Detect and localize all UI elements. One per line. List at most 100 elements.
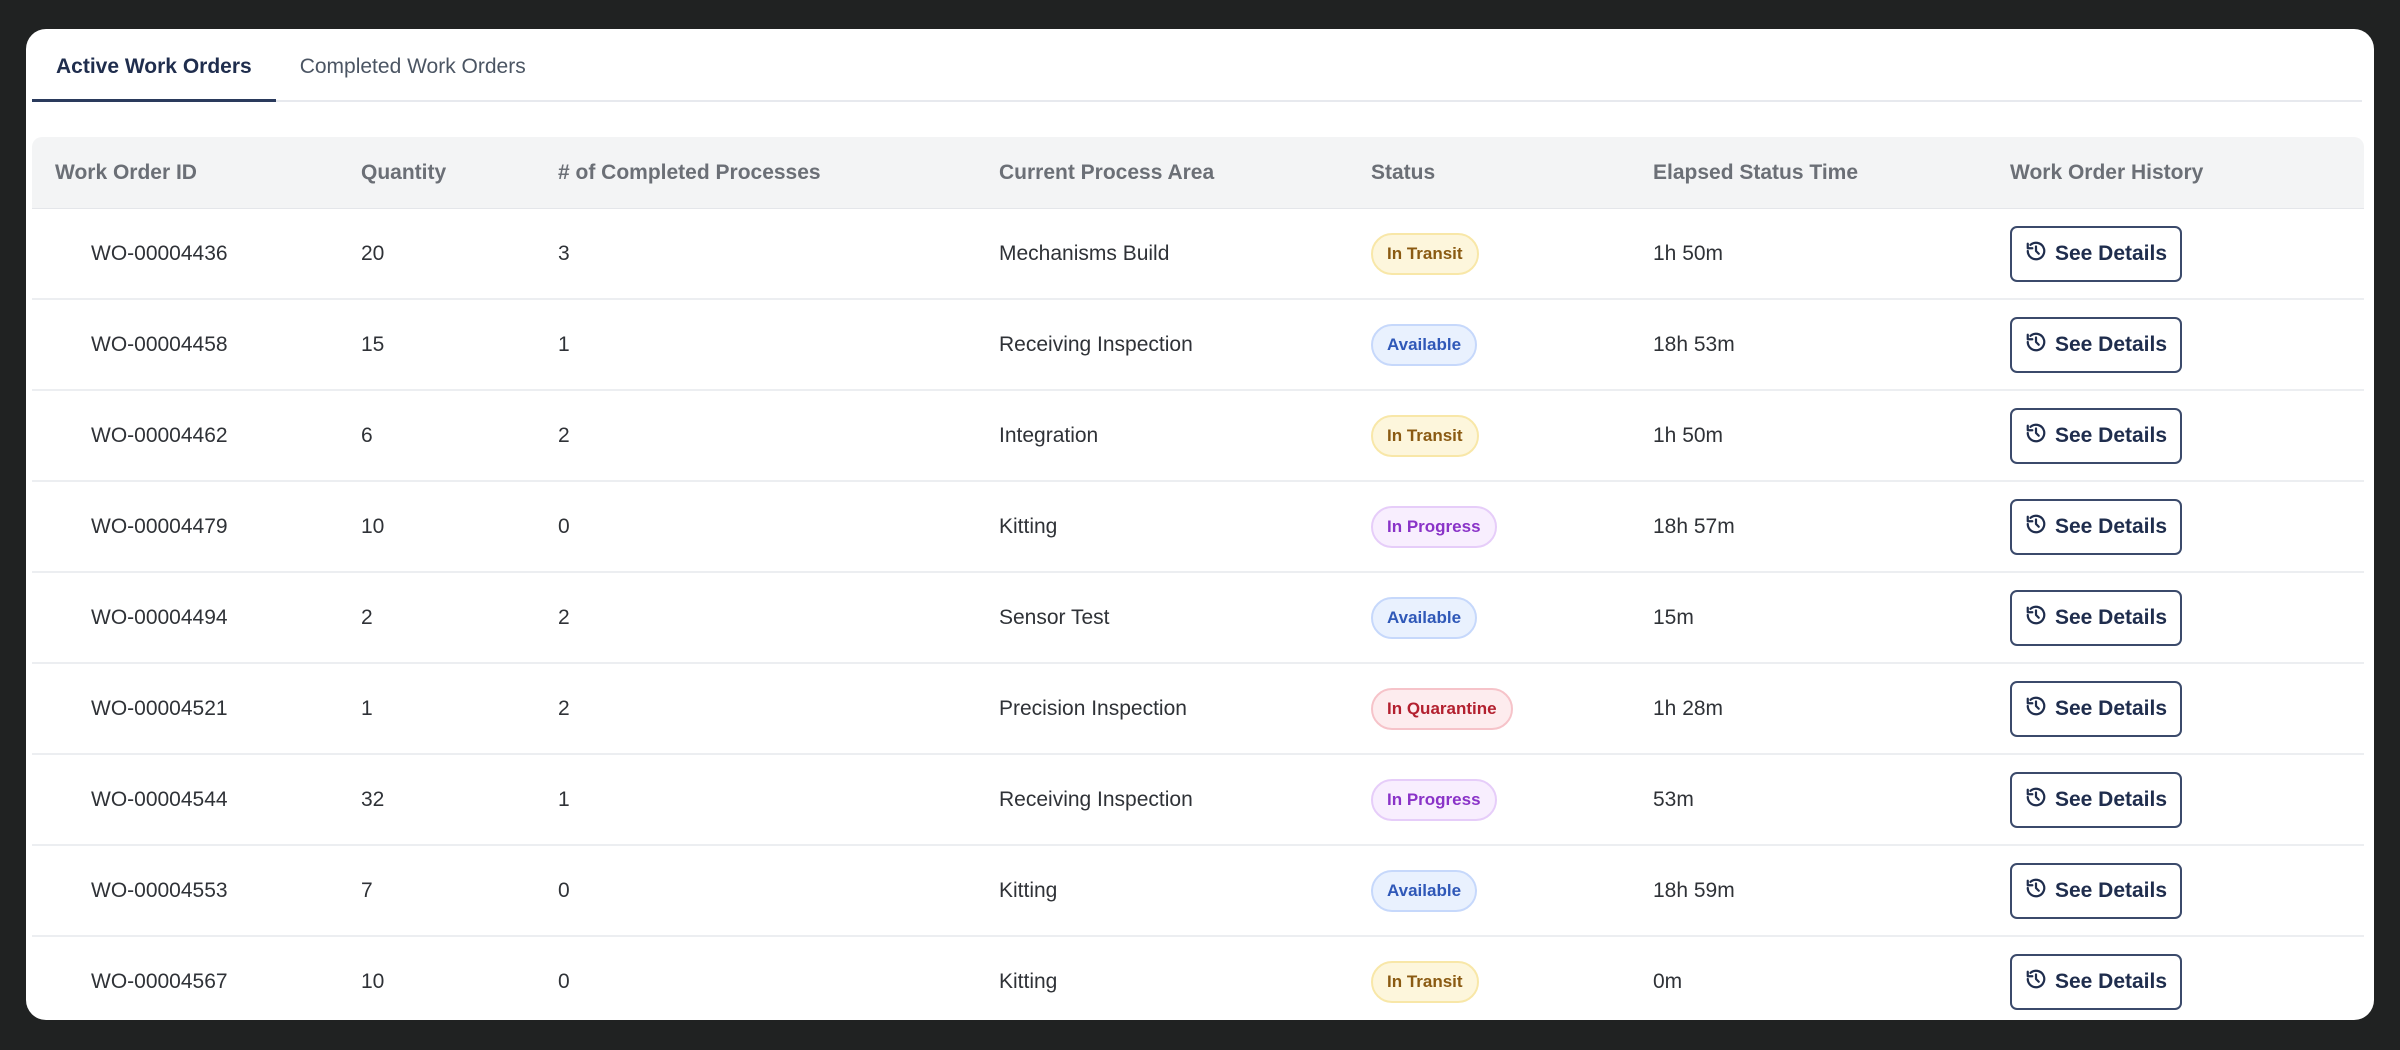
elapsed-time-cell: 1h 50m [1653, 241, 1724, 265]
history-icon [2025, 604, 2047, 632]
status-badge: Available [1371, 323, 1478, 366]
history-cell: See Details [2010, 771, 2364, 828]
completed-processes-cell: 3 [558, 241, 570, 265]
quantity-cell: 1 [361, 696, 373, 720]
quantity-cell: 10 [361, 514, 385, 538]
work-order-id: WO-00004544 [91, 787, 228, 811]
table-row: WO-00004553 7 0 Kitting Available 18h 59… [32, 846, 2364, 937]
see-details-button[interactable]: See Details [2010, 862, 2182, 919]
history-icon [2025, 240, 2047, 268]
history-cell: See Details [2010, 680, 2364, 737]
completed-processes-cell: 1 [558, 332, 570, 356]
header-work-order-id[interactable]: Work Order ID [32, 161, 361, 185]
completed-processes-cell: 0 [558, 969, 570, 993]
process-area-cell: Kitting [999, 878, 1058, 902]
status-badge: In Transit [1371, 414, 1479, 457]
table-row: WO-00004567 10 0 Kitting In Transit 0m S… [32, 937, 2364, 1020]
see-details-button[interactable]: See Details [2010, 771, 2182, 828]
elapsed-time-cell: 1h 50m [1653, 423, 1724, 447]
completed-processes-cell: 1 [558, 787, 570, 811]
history-icon [2025, 968, 2047, 996]
table-row: WO-00004436 20 3 Mechanisms Build In Tra… [32, 209, 2364, 300]
work-orders-card: Active Work Orders Completed Work Orders… [26, 29, 2374, 1020]
see-details-button[interactable]: See Details [2010, 680, 2182, 737]
work-order-id: WO-00004521 [91, 696, 228, 720]
see-details-label: See Details [2054, 514, 2168, 538]
process-area-cell: Receiving Inspection [999, 332, 1193, 356]
table-row: WO-00004458 15 1 Receiving Inspection Av… [32, 300, 2364, 391]
table-body: WO-00004436 20 3 Mechanisms Build In Tra… [32, 209, 2364, 1020]
quantity-cell: 32 [361, 787, 385, 811]
quantity-cell: 6 [361, 423, 373, 447]
status-badge: In Progress [1371, 778, 1497, 821]
history-cell: See Details [2010, 225, 2364, 282]
quantity-cell: 15 [361, 332, 385, 356]
see-details-button[interactable]: See Details [2010, 589, 2182, 646]
elapsed-time-cell: 18h 53m [1653, 332, 1735, 356]
elapsed-time-cell: 18h 59m [1653, 878, 1735, 902]
quantity-cell: 7 [361, 878, 373, 902]
history-cell: See Details [2010, 589, 2364, 646]
see-details-button[interactable]: See Details [2010, 498, 2182, 555]
elapsed-time-cell: 15m [1653, 605, 1694, 629]
work-order-id: WO-00004553 [91, 878, 228, 902]
process-area-cell: Receiving Inspection [999, 787, 1193, 811]
history-cell: See Details [2010, 862, 2364, 919]
status-cell: Available [1371, 323, 1653, 366]
process-area-cell: Kitting [999, 514, 1058, 538]
status-badge: In Progress [1371, 505, 1497, 548]
status-cell: Available [1371, 596, 1653, 639]
table-row: WO-00004462 6 2 Integration In Transit 1… [32, 391, 2364, 482]
see-details-button[interactable]: See Details [2010, 407, 2182, 464]
quantity-cell: 10 [361, 969, 385, 993]
status-badge: In Transit [1371, 960, 1479, 1003]
status-cell: Available [1371, 869, 1653, 912]
header-current-process-area[interactable]: Current Process Area [999, 161, 1371, 185]
quantity-cell: 20 [361, 241, 385, 265]
see-details-label: See Details [2054, 969, 2168, 993]
see-details-button[interactable]: See Details [2010, 316, 2182, 373]
elapsed-time-cell: 1h 28m [1653, 696, 1724, 720]
table-row: WO-00004494 2 2 Sensor Test Available 15… [32, 573, 2364, 664]
see-details-label: See Details [2054, 787, 2168, 811]
elapsed-time-cell: 18h 57m [1653, 514, 1735, 538]
table-row: WO-00004544 32 1 Receiving Inspection In… [32, 755, 2364, 846]
work-order-id: WO-00004479 [91, 514, 228, 538]
process-area-cell: Precision Inspection [999, 696, 1187, 720]
table-row: WO-00004479 10 0 Kitting In Progress 18h… [32, 482, 2364, 573]
tab-active-work-orders[interactable]: Active Work Orders [32, 29, 276, 102]
header-quantity[interactable]: Quantity [361, 161, 558, 185]
table-header: Work Order ID Quantity # of Completed Pr… [32, 137, 2364, 209]
work-order-id: WO-00004494 [91, 605, 228, 629]
elapsed-time-cell: 0m [1653, 969, 1683, 993]
header-completed-processes[interactable]: # of Completed Processes [558, 161, 999, 185]
history-cell: See Details [2010, 316, 2364, 373]
see-details-label: See Details [2054, 696, 2168, 720]
work-order-id: WO-00004436 [91, 241, 228, 265]
status-badge: Available [1371, 869, 1478, 912]
header-elapsed-status-time[interactable]: Elapsed Status Time [1653, 161, 2010, 185]
header-status[interactable]: Status [1371, 161, 1653, 185]
status-cell: In Transit [1371, 232, 1653, 275]
history-icon [2025, 422, 2047, 450]
see-details-label: See Details [2054, 605, 2168, 629]
see-details-label: See Details [2054, 332, 2168, 356]
status-badge: Available [1371, 596, 1478, 639]
completed-processes-cell: 0 [558, 878, 570, 902]
history-cell: See Details [2010, 407, 2364, 464]
see-details-button[interactable]: See Details [2010, 225, 2182, 282]
table-row: WO-00004521 1 2 Precision Inspection In … [32, 664, 2364, 755]
history-icon [2025, 877, 2047, 905]
see-details-button[interactable]: See Details [2010, 953, 2182, 1010]
see-details-label: See Details [2054, 241, 2168, 265]
status-badge: In Quarantine [1371, 687, 1513, 730]
history-icon [2025, 695, 2047, 723]
process-area-cell: Kitting [999, 969, 1058, 993]
tab-bar: Active Work Orders Completed Work Orders [32, 29, 2362, 102]
tab-completed-work-orders[interactable]: Completed Work Orders [276, 29, 550, 100]
header-work-order-history: Work Order History [2010, 160, 2204, 184]
work-order-id: WO-00004567 [91, 969, 228, 993]
status-cell: In Progress [1371, 505, 1653, 548]
see-details-label: See Details [2054, 878, 2168, 902]
completed-processes-cell: 2 [558, 605, 570, 629]
